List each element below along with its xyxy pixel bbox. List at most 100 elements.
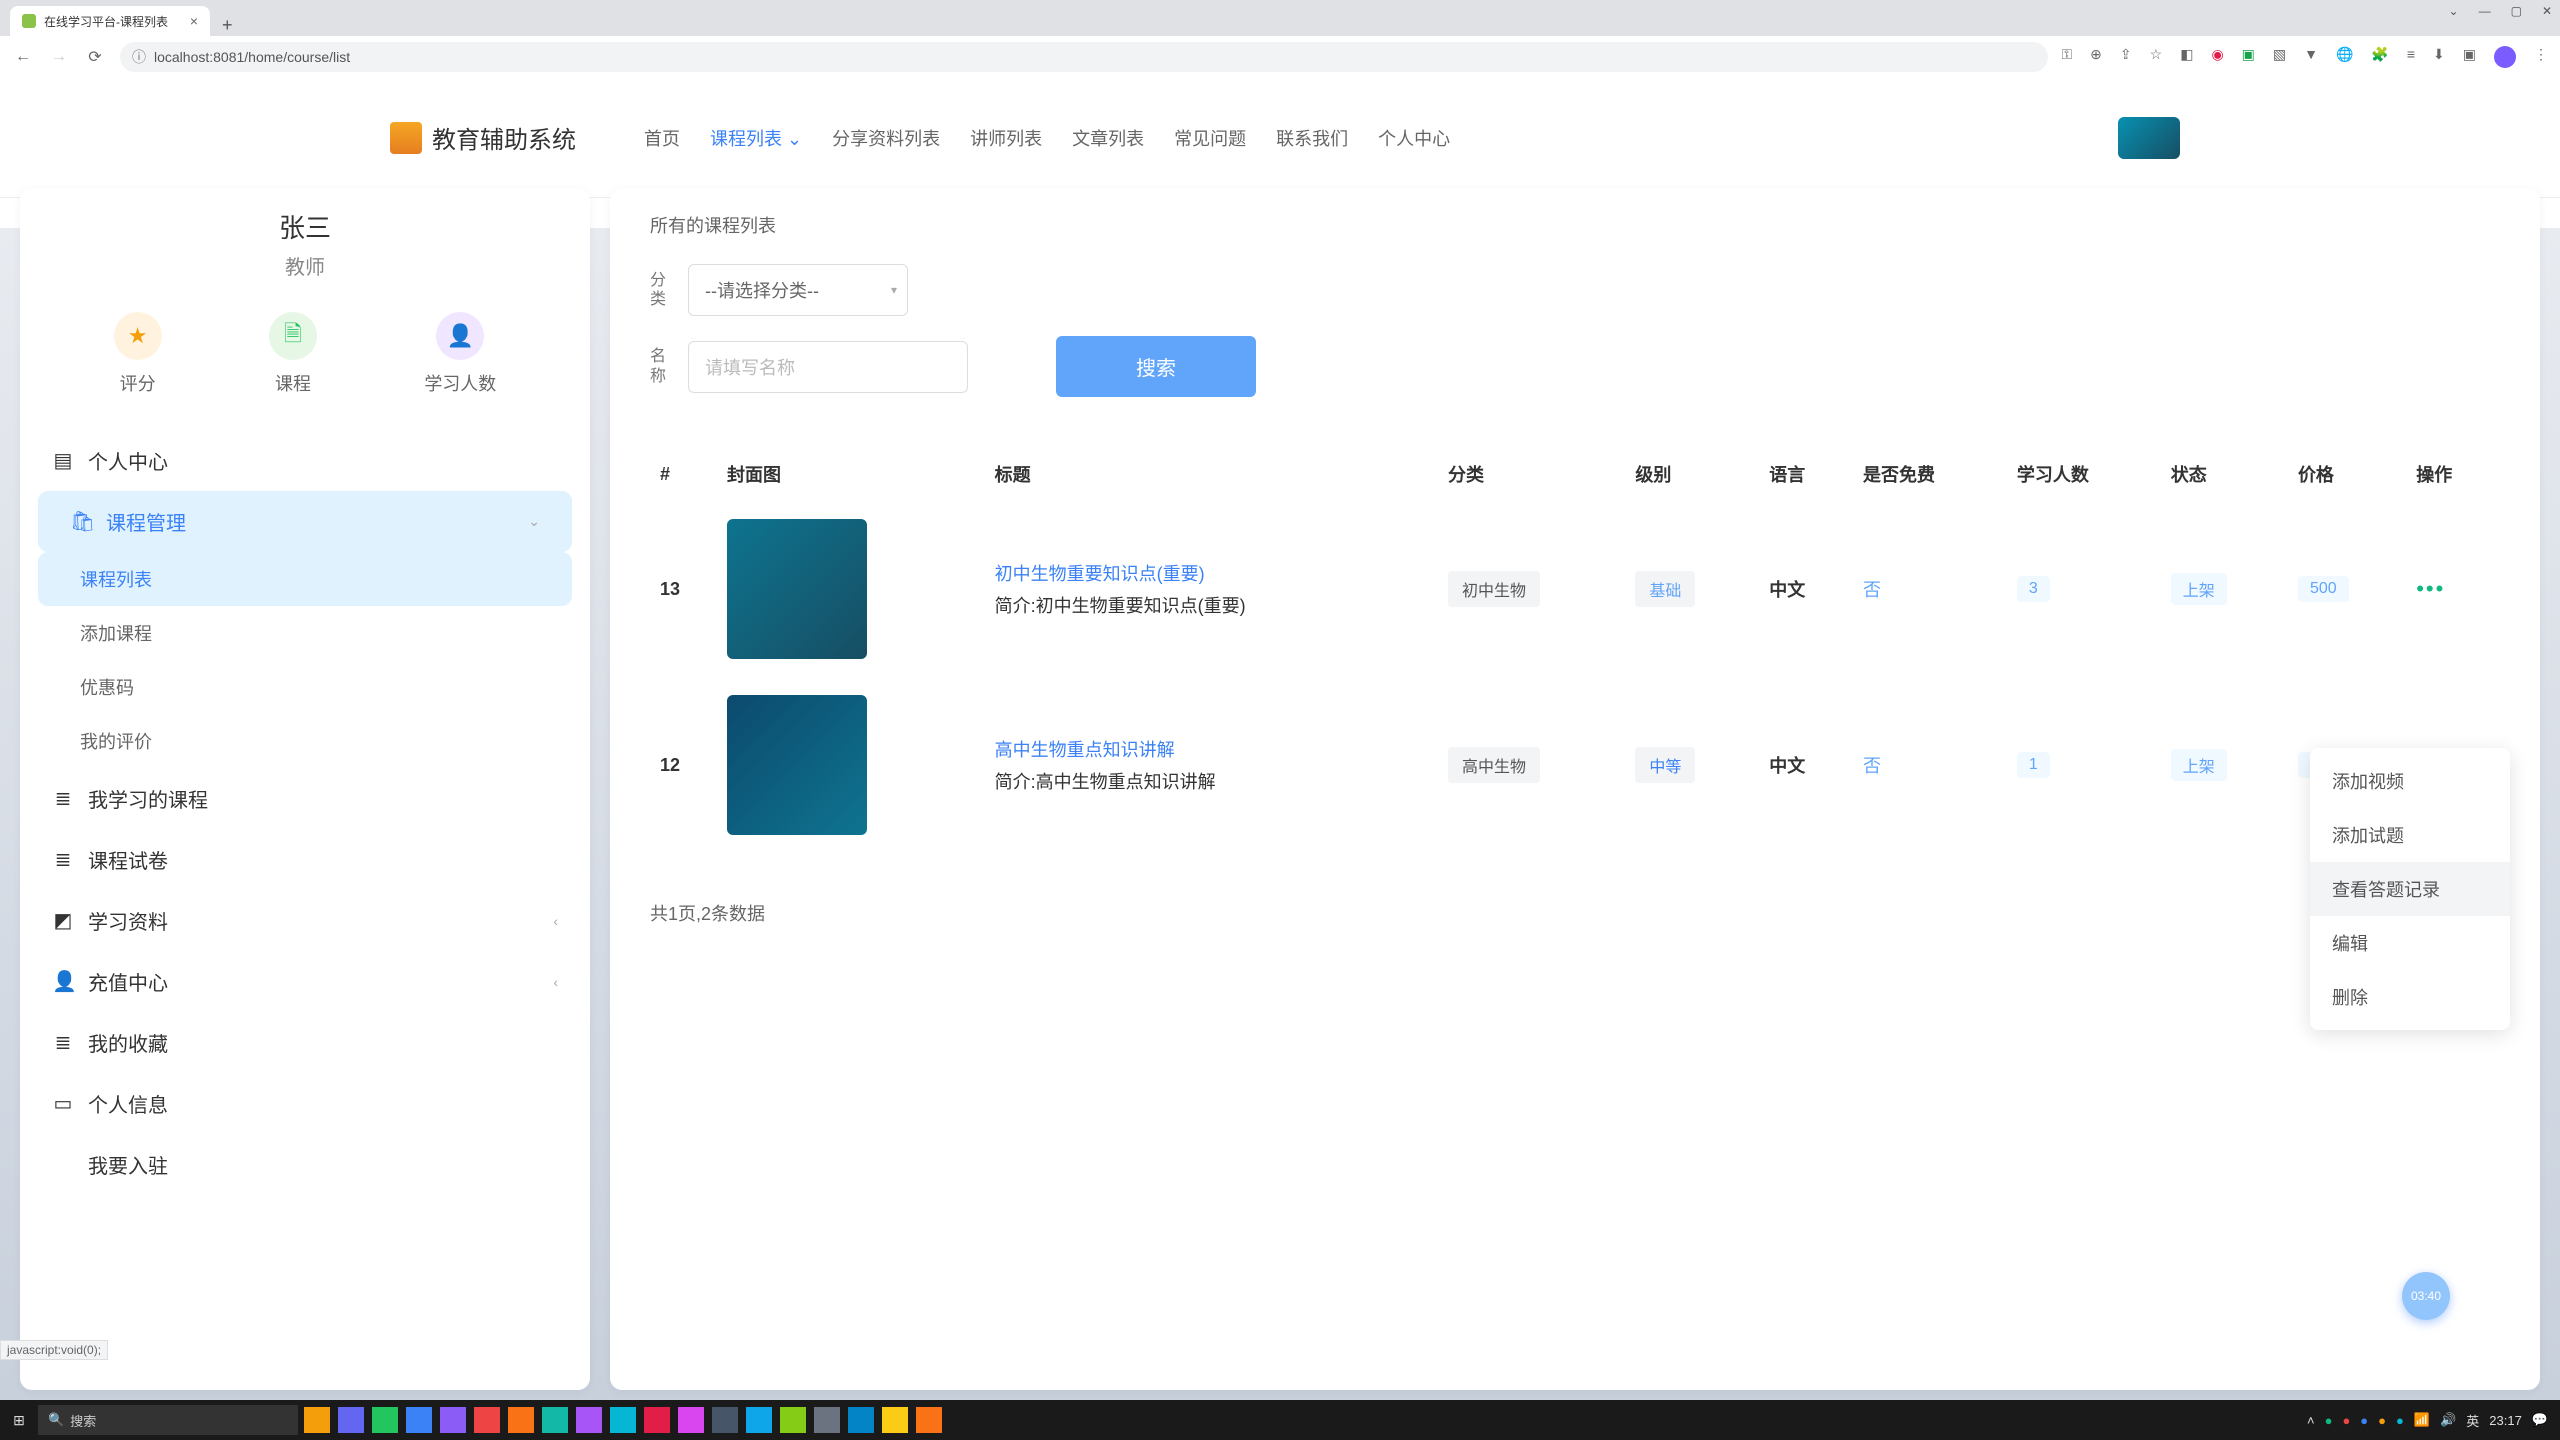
sidebar-subitem-4[interactable]: 优惠码 (20, 660, 590, 714)
url-field[interactable]: ⓘ localhost:8081/home/course/list (120, 42, 2048, 72)
nav-item-0[interactable]: 首页 (644, 125, 680, 151)
dropdown-item-4[interactable]: 删除 (2310, 970, 2510, 1024)
tb-app-3[interactable] (370, 1405, 400, 1435)
tray-icon-3[interactable]: ● (2360, 1413, 2368, 1428)
download-icon[interactable]: ⬇ (2433, 46, 2445, 68)
nav-item-7[interactable]: 个人中心 (1378, 125, 1450, 151)
window-minimize-icon[interactable]: — (2479, 4, 2491, 18)
sidebar-item-1[interactable]: 🛍课程管理⌄ (38, 491, 572, 552)
nav-item-2[interactable]: 分享资料列表 (832, 125, 940, 151)
sidebar-item-7[interactable]: ≣课程试卷 (20, 829, 590, 890)
ext3-icon[interactable]: ▣ (2242, 46, 2255, 68)
tab-close-icon[interactable]: × (190, 13, 198, 29)
tray-volume-icon[interactable]: 🔊 (2440, 1412, 2456, 1428)
ext2-icon[interactable]: ◉ (2211, 46, 2223, 68)
name-input[interactable]: 请填写名称 (688, 341, 968, 393)
tb-app-18[interactable] (880, 1405, 910, 1435)
sidebar-item-8[interactable]: ◩学习资料‹ (20, 890, 590, 951)
tb-app-7[interactable] (506, 1405, 536, 1435)
ext4-icon[interactable]: ▧ (2273, 46, 2286, 68)
tray-icon-5[interactable]: ● (2396, 1413, 2404, 1428)
tb-app-8[interactable] (540, 1405, 570, 1435)
key-icon[interactable]: ⚿ (2062, 46, 2073, 68)
browser-tab[interactable]: 在线学习平台-课程列表 × (10, 6, 210, 36)
sidebar-item-10[interactable]: ≣我的收藏 (20, 1012, 590, 1073)
tb-app-4[interactable] (404, 1405, 434, 1435)
dropdown-item-3[interactable]: 编辑 (2310, 916, 2510, 970)
sidebar-item-9[interactable]: 👤充值中心‹ (20, 951, 590, 1012)
translate-icon[interactable]: 🌐 (2336, 46, 2353, 68)
tray-chevron-icon[interactable]: ˄ (2307, 1413, 2315, 1428)
ext5-icon[interactable]: ▼ (2304, 46, 2318, 68)
site-info-icon[interactable]: ⓘ (132, 47, 146, 67)
ext1-icon[interactable]: ◧ (2180, 46, 2193, 68)
cover-image[interactable] (727, 695, 867, 835)
tray-icon-1[interactable]: ● (2325, 1413, 2333, 1428)
cover-image[interactable] (727, 519, 867, 659)
tb-app-9[interactable] (574, 1405, 604, 1435)
sidebar-item-11[interactable]: ▭个人信息 (20, 1073, 590, 1134)
tb-app-10[interactable] (608, 1405, 638, 1435)
window-dropdown-icon[interactable]: ⌄ (2449, 4, 2459, 18)
menu-icon[interactable]: ⋮ (2534, 46, 2548, 68)
tray-icon-2[interactable]: ● (2342, 1413, 2350, 1428)
list-icon[interactable]: ≡ (2407, 46, 2415, 68)
share-icon[interactable]: ⇪ (2120, 46, 2132, 68)
tb-app-5[interactable] (438, 1405, 468, 1435)
window-close-icon[interactable]: ✕ (2542, 4, 2552, 18)
sidebar-item-6[interactable]: ≣我学习的课程 (20, 768, 590, 829)
dropdown-item-1[interactable]: 添加试题 (2310, 808, 2510, 862)
back-button[interactable]: ← (12, 48, 34, 66)
nav-item-3[interactable]: 讲师列表 (970, 125, 1042, 151)
category-select[interactable]: --请选择分类-- ▾ (688, 264, 908, 316)
course-title-link[interactable]: 初中生物重要知识点(重要) (995, 560, 1428, 586)
new-tab-button[interactable]: + (210, 15, 245, 36)
tb-app-19[interactable] (914, 1405, 944, 1435)
floating-time-badge[interactable]: 03:40 (2402, 1272, 2450, 1320)
dropdown-item-2[interactable]: 查看答题记录 (2310, 862, 2510, 916)
puzzle-icon[interactable]: 🧩 (2371, 46, 2388, 68)
tb-app-6[interactable] (472, 1405, 502, 1435)
dropdown-item-0[interactable]: 添加视频 (2310, 754, 2510, 808)
nav-item-6[interactable]: 联系我们 (1276, 125, 1348, 151)
tb-app-15[interactable] (778, 1405, 808, 1435)
stat-rating[interactable]: ★ 评分 (114, 312, 162, 396)
reload-button[interactable]: ⟳ (84, 47, 106, 67)
tb-app-12[interactable] (676, 1405, 706, 1435)
course-title-link[interactable]: 高中生物重点知识讲解 (995, 736, 1428, 762)
stat-courses[interactable]: 🗎 课程 (269, 312, 317, 396)
window-maximize-icon[interactable]: ▢ (2511, 4, 2522, 18)
nav-item-5[interactable]: 常见问题 (1174, 125, 1246, 151)
taskbar-search[interactable]: 🔍 搜索 (38, 1405, 298, 1435)
sidebar-subitem-3[interactable]: 添加课程 (20, 606, 590, 660)
forward-button[interactable]: → (48, 48, 70, 66)
sidebar-item-0[interactable]: ▤个人中心 (20, 430, 590, 491)
tb-app-14[interactable] (744, 1405, 774, 1435)
nav-item-1[interactable]: 课程列表 ⌄ (710, 125, 802, 151)
tb-app-11[interactable] (642, 1405, 672, 1435)
start-button[interactable]: ⊞ (4, 1405, 34, 1435)
tb-app-16[interactable] (812, 1405, 842, 1435)
tray-ime[interactable]: 英 (2466, 1411, 2479, 1430)
zoom-icon[interactable]: ⊕ (2090, 46, 2102, 68)
stat-learners[interactable]: 👤 学习人数 (424, 312, 496, 396)
header-user-avatar[interactable] (2118, 117, 2180, 159)
tray-notification-icon[interactable]: 💬 (2532, 1412, 2548, 1428)
tb-app-1[interactable] (302, 1405, 332, 1435)
search-button[interactable]: 搜索 (1056, 336, 1256, 397)
logo[interactable]: 教育辅助系统 (390, 120, 576, 155)
sidebar-item-12[interactable]: 我要入驻 (20, 1134, 590, 1195)
tb-app-2[interactable] (336, 1405, 366, 1435)
profile-avatar-icon[interactable] (2494, 46, 2516, 68)
bookmark-icon[interactable]: ☆ (2150, 46, 2163, 68)
more-actions-icon[interactable]: ••• (2416, 576, 2445, 601)
tb-app-13[interactable] (710, 1405, 740, 1435)
tray-icon-4[interactable]: ● (2378, 1413, 2386, 1428)
tray-network-icon[interactable]: 📶 (2414, 1412, 2430, 1428)
tb-app-17[interactable] (846, 1405, 876, 1435)
tray-time[interactable]: 23:17 (2489, 1413, 2522, 1428)
nav-item-4[interactable]: 文章列表 (1072, 125, 1144, 151)
sidebar-subitem-2[interactable]: 课程列表 (38, 552, 572, 606)
apps-icon[interactable]: ▣ (2463, 46, 2476, 68)
sidebar-subitem-5[interactable]: 我的评价 (20, 714, 590, 768)
